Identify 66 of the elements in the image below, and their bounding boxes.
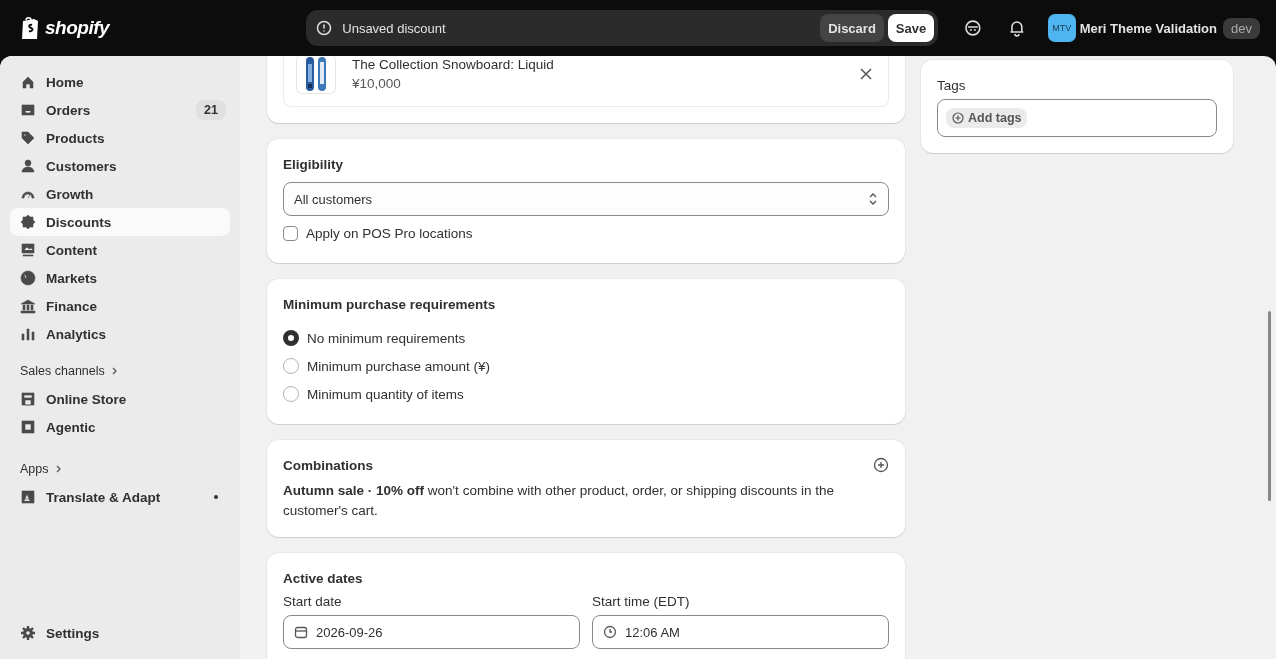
close-icon[interactable] <box>860 68 872 80</box>
radio-label: Minimum quantity of items <box>307 386 464 402</box>
scrollbar-thumb[interactable] <box>1268 311 1271 501</box>
card-title: Eligibility <box>283 156 344 172</box>
nav-item[interactable]: Products <box>10 124 230 152</box>
store-icon <box>20 391 36 407</box>
field-label: Start date <box>283 594 343 609</box>
card-title: Active dates <box>283 570 364 586</box>
section-heading-link[interactable]: Apps <box>10 455 63 483</box>
add-icon <box>952 112 964 124</box>
nav-item[interactable]: Translate & Adapt <box>10 483 230 511</box>
nav-item[interactable]: Customers <box>10 152 230 180</box>
gear-icon <box>20 625 36 641</box>
nav-item[interactable]: Agentic <box>10 413 230 441</box>
settings-link[interactable]: Settings <box>10 619 230 647</box>
calendar-icon <box>294 625 308 639</box>
order-count-badge: 21 <box>196 100 226 120</box>
tray-icon <box>20 102 36 118</box>
discard-button[interactable]: Discard <box>820 14 884 42</box>
radio-label: No minimum requirements <box>307 330 466 346</box>
time-field[interactable]: 12:06 AM <box>592 615 889 649</box>
store-avatar[interactable]: MTV <box>1047 14 1076 42</box>
product-name: The Collection Snowboard: Liquid <box>352 57 555 72</box>
nav-item[interactable]: Discounts <box>10 208 230 236</box>
chevron-icon <box>54 465 63 473</box>
select-arrows-icon <box>868 192 878 206</box>
tag-icon <box>20 130 36 146</box>
dev-badge: dev <box>1223 17 1260 39</box>
bell-icon[interactable] <box>1008 19 1026 37</box>
nav-item[interactable]: Orders 21 <box>10 96 230 124</box>
combinations-description: Autumn sale · 10% off won't combine with other product, order, or shipping discounts in the customer's cart. <box>283 482 836 520</box>
checkbox[interactable] <box>283 226 298 241</box>
bar-chart-icon <box>20 326 36 342</box>
nav-item[interactable]: Growth <box>10 180 230 208</box>
date-field[interactable]: 2026-09-26 <box>283 615 580 649</box>
alert-icon <box>316 20 333 36</box>
nav-item[interactable]: Online Store <box>10 385 230 413</box>
chevron-icon <box>110 367 119 375</box>
add-icon[interactable] <box>873 456 889 473</box>
monitor-icon <box>20 242 36 258</box>
clock-icon <box>603 625 617 639</box>
field-label: Start time (EDT) <box>592 594 691 609</box>
radio-label: Minimum purchase amount (¥) <box>307 358 491 374</box>
nav-item[interactable]: Home <box>10 68 230 96</box>
unsaved-notice: Unsaved discount <box>342 20 446 36</box>
tags-field[interactable]: Add tags <box>937 99 1217 137</box>
nav-item[interactable]: Analytics <box>10 320 230 348</box>
add-tags-button[interactable]: Add tags <box>946 108 1028 128</box>
radio-button[interactable] <box>283 330 299 346</box>
person-icon <box>20 158 36 174</box>
bank-icon <box>20 298 36 314</box>
nav-item[interactable]: Markets <box>10 264 230 292</box>
tags-label: Tags <box>937 78 967 93</box>
product-price: ¥10,000 <box>352 76 402 91</box>
nav-item[interactable]: Content <box>10 236 230 264</box>
card-title: Combinations <box>283 457 373 473</box>
checkbox-label: Apply on POS Pro locations <box>306 226 473 241</box>
store-name[interactable]: Meri Theme Validation <box>1079 20 1217 36</box>
home-icon <box>20 74 36 90</box>
nav-item[interactable]: Finance <box>10 292 230 320</box>
section-heading-link[interactable]: Sales channels <box>10 357 119 385</box>
eligibility-select[interactable]: All customers <box>283 182 889 216</box>
save-button[interactable]: Save <box>887 14 935 42</box>
card-title: Minimum purchase requirements <box>283 296 497 312</box>
brand-logo: shopify <box>45 17 110 39</box>
shopify-bag-icon <box>20 16 40 40</box>
